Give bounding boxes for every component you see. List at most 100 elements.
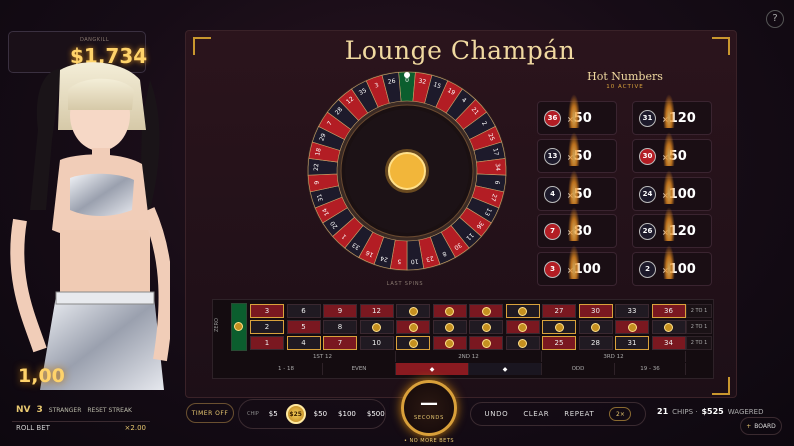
hot-number-card[interactable]: 2×100 bbox=[632, 245, 712, 286]
outside-bet-cell[interactable]: 1 - 18 bbox=[250, 363, 323, 375]
number-cell[interactable]: 12 bbox=[359, 304, 394, 318]
placed-chip-icon bbox=[445, 338, 454, 348]
number-cell-label: 9 bbox=[337, 307, 343, 315]
outside-bet-cell[interactable]: 19 - 36 bbox=[615, 363, 686, 375]
hot-number-card[interactable]: 13×50 bbox=[537, 132, 617, 173]
frame-corner-ornament bbox=[712, 377, 730, 395]
number-cell[interactable] bbox=[578, 320, 613, 334]
outside-bet-cell[interactable]: EVEN bbox=[323, 363, 396, 375]
column-bet-cell[interactable]: 2 TO 1 bbox=[686, 320, 712, 334]
board-button-label: BOARD bbox=[754, 422, 776, 430]
placed-chip-icon bbox=[518, 306, 527, 316]
number-cell[interactable] bbox=[396, 320, 430, 334]
number-cell[interactable] bbox=[396, 304, 430, 318]
number-cell[interactable]: 5 bbox=[286, 320, 321, 334]
hot-number-card[interactable]: 31×120 bbox=[632, 94, 712, 135]
column-bet-cell[interactable]: 2 TO 1 bbox=[686, 336, 712, 350]
hot-number-card[interactable]: 26×120 bbox=[632, 207, 712, 248]
hot-numbers-subtitle: 10 ACTIVE bbox=[606, 84, 644, 90]
number-cell[interactable] bbox=[432, 336, 467, 350]
flame-icon bbox=[663, 132, 675, 166]
hot-number-card[interactable]: 24×100 bbox=[632, 170, 712, 211]
number-cell[interactable]: 10 bbox=[359, 336, 394, 350]
help-icon[interactable]: ? bbox=[766, 10, 784, 28]
number-cell[interactable]: 2 bbox=[250, 320, 284, 334]
chip-100[interactable]: $100 bbox=[335, 408, 359, 420]
number-cell[interactable] bbox=[396, 336, 430, 350]
number-cell[interactable]: 28 bbox=[578, 336, 613, 350]
number-cell[interactable]: 9 bbox=[323, 304, 357, 318]
number-cell[interactable]: 3 bbox=[250, 304, 284, 318]
number-cell[interactable]: 27 bbox=[542, 304, 576, 318]
hot-number-ball: 2 bbox=[639, 260, 656, 278]
chip-5[interactable]: $5 bbox=[266, 408, 281, 420]
number-cell[interactable]: 4 bbox=[286, 336, 321, 350]
number-cell[interactable]: 6 bbox=[286, 304, 321, 318]
multiplier-display: 1,00 bbox=[18, 365, 65, 387]
no-more-bets-status: • NO MORE BETS bbox=[403, 438, 455, 444]
level-label: STRANGER bbox=[48, 406, 82, 414]
hot-number-card[interactable]: 36×50 bbox=[537, 94, 617, 135]
number-cell[interactable] bbox=[432, 320, 467, 334]
number-cell[interactable] bbox=[469, 320, 503, 334]
number-cell[interactable] bbox=[469, 304, 503, 318]
bet-actions: UNDO CLEAR REPEAT 2× bbox=[470, 402, 646, 426]
chip-25-selected[interactable]: $25 bbox=[285, 404, 306, 424]
number-cell[interactable] bbox=[505, 336, 540, 350]
timer-label: SECONDS bbox=[413, 415, 445, 421]
number-cell[interactable]: 8 bbox=[323, 320, 357, 334]
red-bet-cell[interactable]: ◆ bbox=[396, 363, 469, 375]
dozen-bet-cell[interactable]: 3RD 12 bbox=[542, 351, 686, 362]
dozen-bet-cell[interactable]: 2ND 12 bbox=[396, 351, 542, 362]
hot-number-card[interactable]: 4×50 bbox=[537, 170, 617, 211]
number-cell-label: 5 bbox=[301, 323, 306, 331]
black-bet-cell[interactable]: ◆ bbox=[469, 363, 542, 375]
number-cell[interactable] bbox=[542, 320, 576, 334]
column-bet-cell[interactable]: 2 TO 1 bbox=[686, 304, 712, 318]
board-button[interactable]: + BOARD bbox=[740, 417, 782, 435]
game-stage: Lounge Champán ? DANGKILL $1,734 1,00 NV… bbox=[0, 0, 794, 446]
dozen-bet-cell[interactable]: 1ST 12 bbox=[250, 351, 396, 362]
number-cell[interactable] bbox=[359, 320, 394, 334]
roll-bet-row[interactable]: ROLL BET ×2.00 bbox=[12, 421, 150, 434]
number-cell[interactable]: 34 bbox=[651, 336, 686, 350]
placed-chip-icon bbox=[408, 306, 418, 316]
last-spins-label: LAST SPINS bbox=[386, 281, 424, 287]
hot-number-ball: 26 bbox=[639, 222, 656, 240]
number-cell[interactable] bbox=[432, 304, 467, 318]
number-cell[interactable] bbox=[505, 320, 540, 334]
outside-bet-cell[interactable]: ODD bbox=[542, 363, 615, 375]
flame-icon bbox=[663, 94, 675, 128]
number-cell[interactable]: 30 bbox=[578, 304, 613, 318]
wheel-hub bbox=[388, 152, 426, 190]
chip-50[interactable]: $50 bbox=[311, 408, 330, 420]
spin-timer[interactable]: — SECONDS bbox=[401, 380, 457, 436]
number-cell[interactable]: 1 bbox=[250, 336, 284, 350]
number-cell[interactable]: 25 bbox=[542, 336, 576, 350]
number-cell[interactable]: 31 bbox=[615, 336, 649, 350]
number-cell-label: 10 bbox=[372, 339, 381, 347]
wheel-number: 5 bbox=[397, 258, 402, 265]
hot-number-ball: 30 bbox=[639, 147, 656, 165]
hot-number-ball: 3 bbox=[544, 260, 561, 278]
flame-icon bbox=[568, 170, 580, 204]
number-cell[interactable]: 36 bbox=[651, 304, 686, 318]
undo-button[interactable]: UNDO bbox=[485, 410, 509, 418]
clear-button[interactable]: CLEAR bbox=[523, 410, 549, 418]
timer-off-button[interactable]: TIMER OFF bbox=[186, 403, 234, 423]
repeat-button[interactable]: REPEAT bbox=[564, 410, 594, 418]
hot-number-card[interactable]: 7×80 bbox=[537, 207, 617, 248]
hot-number-card[interactable]: 3×100 bbox=[537, 245, 617, 286]
number-cell[interactable]: 33 bbox=[615, 304, 649, 318]
number-cell[interactable] bbox=[469, 336, 503, 350]
number-cell[interactable]: 7 bbox=[323, 336, 357, 350]
number-cell[interactable] bbox=[651, 320, 686, 334]
number-cell[interactable] bbox=[505, 304, 540, 318]
number-cell[interactable] bbox=[615, 320, 649, 334]
double-button[interactable]: 2× bbox=[609, 407, 632, 421]
player-name: DANGKILL bbox=[80, 37, 110, 43]
hot-number-card[interactable]: 30×50 bbox=[632, 132, 712, 173]
chip-500[interactable]: $500 bbox=[364, 408, 388, 420]
roll-bet-multiplier: ×2.00 bbox=[124, 424, 146, 432]
timer-value: — bbox=[420, 393, 438, 414]
